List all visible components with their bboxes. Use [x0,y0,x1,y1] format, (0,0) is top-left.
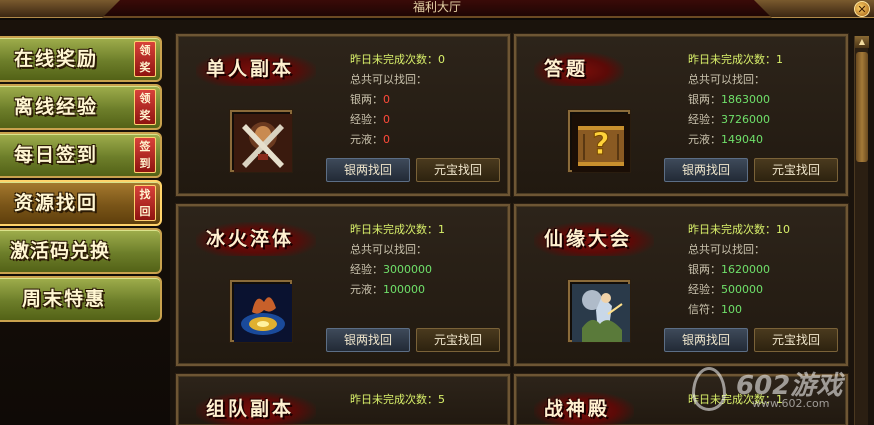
sidebar-item-tag: 找回 [134,185,156,221]
sidebar-item-label: 周末特惠 [22,288,107,310]
sidebar-item-label: 在线奖励 [14,48,99,70]
recovery-panel: 单人副本 昨日未完成次数：0 总共可以找回： 银两：0 经验：0 元液：0 银两… [170,20,874,425]
recoverable-label: 总共可以找回： [688,243,765,256]
sidebar-item-tag: 领奖 [134,41,156,77]
sidebar-item-activation-code[interactable]: 激活码兑换 [0,228,162,274]
silver-recover-button[interactable]: 银两找回 [664,328,748,352]
recoverable-label: 总共可以找回： [350,243,427,256]
recoverable-label: 总共可以找回： [350,73,427,86]
ingot-recover-button[interactable]: 元宝找回 [416,328,500,352]
card-title: 答题 [544,58,589,80]
sidebar-item-label: 每日签到 [14,144,99,166]
window-title: 福利大厅 [412,0,461,14]
card-info: 昨日未完成次数：1 总共可以找回： 经验：3000000 元液：100000 [350,220,510,300]
reward-row: 银两：1620000 [688,263,770,276]
reward-row: 元液：100000 [350,283,425,296]
card-info: 昨日未完成次数：10 总共可以找回： 银两：1620000 经验：500000 … [688,220,848,320]
sidebar-item-label: 激活码兑换 [10,240,111,262]
sidebar-item-daily-signin[interactable]: 每日签到 签到 [0,132,162,178]
silver-recover-button[interactable]: 银两找回 [326,328,410,352]
fire-ice-orb-icon [230,280,292,342]
sidebar-item-tag: 领奖 [134,89,156,125]
sidebar-item-label: 离线经验 [14,96,99,118]
scroll-up-icon[interactable]: ▲ [855,36,869,48]
card-title: 战神殿 [544,398,611,420]
recoverable-label: 总共可以找回： [688,73,765,86]
reward-row: 经验：0 [350,113,390,126]
unfinished-count: 昨日未完成次数：1 [350,223,445,236]
card-title: 仙缘大会 [544,228,633,250]
immortal-figure-icon [568,280,630,342]
reward-row: 经验：3726000 [688,113,770,126]
sidebar-item-tag: 签到 [134,137,156,173]
task-card-quiz: 答题 ? 昨日未完成次数：1 总共可以找回： 银两：1863000 经验：372… [513,33,849,197]
card-info: 昨日未完成次数：5 [350,390,510,410]
reward-row: 经验：500000 [688,283,763,296]
task-card-fire-ice-temper: 冰火淬体 昨日未完成次数：1 总共可以找回： 经验：3000000 元液：100… [175,203,511,367]
unfinished-count: 昨日未完成次数：1 [688,53,783,66]
card-title: 冰火淬体 [206,228,295,250]
card-info: 昨日未完成次数：1 总共可以找回： 银两：1863000 经验：3726000 … [688,50,848,150]
reward-row: 经验：3000000 [350,263,432,276]
card-title: 组队副本 [206,398,295,420]
scrollbar-thumb[interactable] [856,52,868,162]
task-card-immortal-meeting: 仙缘大会 昨日未完成次数：10 总共可以找回： 银两：1620000 经验：50… [513,203,849,367]
silver-recover-button[interactable]: 银两找回 [326,158,410,182]
watermark: 602游戏 www.602.com [692,359,862,419]
svg-text:?: ? [592,127,609,162]
reward-row: 元液：0 [350,133,390,146]
question-scroll-icon: ? [568,110,630,172]
silver-recover-button[interactable]: 银两找回 [664,158,748,182]
unfinished-count: 昨日未完成次数：0 [350,53,445,66]
card-title: 单人副本 [206,58,295,80]
card-info: 昨日未完成次数：0 总共可以找回： 银两：0 经验：0 元液：0 [350,50,510,150]
sidebar-item-resource-recovery[interactable]: 资源找回 找回 [0,180,162,226]
reward-row: 银两：0 [350,93,390,106]
close-button[interactable]: ✕ [854,1,870,17]
ingot-recover-button[interactable]: 元宝找回 [754,328,838,352]
reward-row: 银两：1863000 [688,93,770,106]
unfinished-count: 昨日未完成次数：5 [350,393,445,406]
sidebar-item-weekend-deal[interactable]: 周末特惠 [0,276,162,322]
sidebar-item-label: 资源找回 [14,192,99,214]
task-card-team-dungeon: 组队副本 昨日未完成次数：5 [175,373,511,425]
sidebar-item-offline-exp[interactable]: 离线经验 领奖 [0,84,162,130]
task-card-solo-dungeon: 单人副本 昨日未完成次数：0 总共可以找回： 银两：0 经验：0 元液：0 银两… [175,33,511,197]
ingot-recover-button[interactable]: 元宝找回 [754,158,838,182]
sidebar-item-online-reward[interactable]: 在线奖励 领奖 [0,36,162,82]
title-bar: 福利大厅 ✕ [0,0,874,18]
ingot-recover-button[interactable]: 元宝找回 [416,158,500,182]
sidebar: 在线奖励 领奖 离线经验 领奖 每日签到 签到 资源找回 找回 激活码兑换 周末… [0,20,170,425]
reward-row: 元液：149040 [688,133,763,146]
crossed-swords-icon [230,110,292,172]
reward-row: 信符：100 [688,303,742,316]
watermark-url: www.602.com [752,397,830,410]
watermark-logo-icon [692,367,726,411]
unfinished-count: 昨日未完成次数：10 [688,223,790,236]
